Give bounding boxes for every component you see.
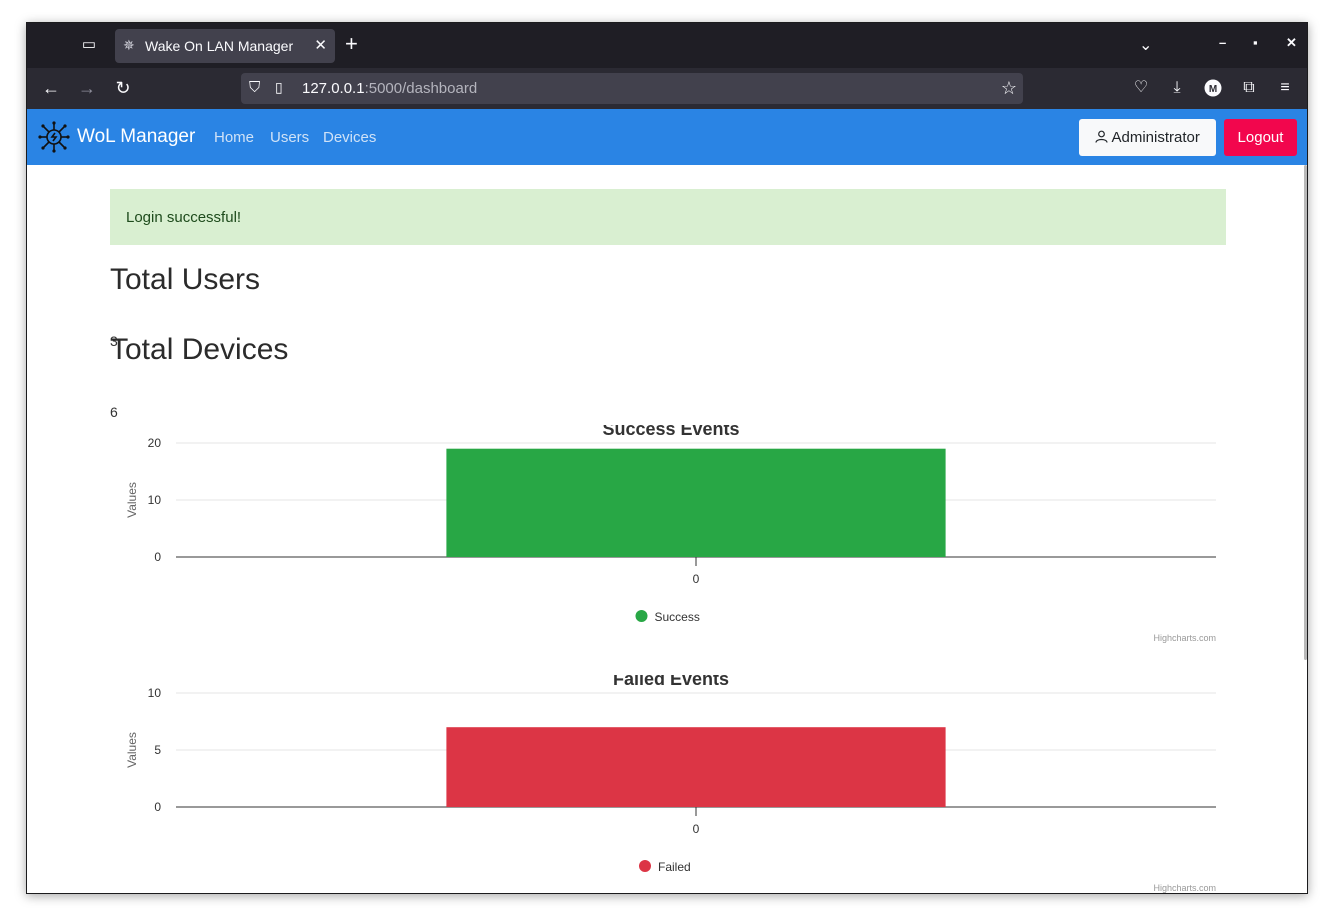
reload-icon[interactable]: ↻ (111, 76, 135, 100)
chart-title: Failed Events (613, 675, 729, 689)
administrator-button[interactable]: Administrator (1079, 119, 1216, 156)
close-tab-icon[interactable]: ✕ (314, 36, 327, 54)
app-navbar: WoL Manager Home Users Devices Administr… (27, 109, 1307, 165)
nav-home[interactable]: Home (214, 129, 254, 146)
legend-marker (635, 610, 648, 622)
chevron-down-icon[interactable]: ⌄ (1139, 35, 1152, 55)
highcharts-credit: Highcharts.com (1153, 883, 1216, 893)
y-tick-label: 10 (148, 686, 162, 700)
window-close-icon[interactable]: ✕ (1286, 35, 1297, 51)
success-chart-svg: Success Events 0 10 20 Values 0 Success Highcha… (125, 425, 1216, 643)
x-tick-label: 0 (693, 822, 700, 836)
y-tick-label: 20 (148, 436, 162, 450)
nav-users[interactable]: Users (270, 129, 309, 146)
legend-label: Success (655, 610, 700, 624)
y-tick-label: 5 (154, 743, 161, 757)
page-content: WoL Manager Home Users Devices Administr… (27, 109, 1307, 893)
menu-icon[interactable]: ≡ (1273, 76, 1297, 100)
total-devices-value: 6 (110, 404, 118, 420)
bar-failed (446, 727, 946, 807)
page-scrollbar[interactable] (1304, 165, 1307, 660)
minimize-icon[interactable]: – (1219, 35, 1226, 50)
url-text[interactable]: 127.0.0.1:5000/dashboard (302, 80, 477, 97)
legend-marker (639, 860, 651, 872)
svg-text:M: M (1209, 84, 1217, 95)
forward-arrow-icon[interactable]: → (75, 76, 99, 100)
download-icon[interactable]: ⤓ (1165, 76, 1189, 100)
tab-bar: ▭ ✵ Wake On LAN Manager ✕ + ⌄ – ▪ ✕ (27, 23, 1307, 68)
failed-events-chart: Failed Events 0 5 10 Values 0 Failed Highcharts… (110, 675, 1226, 893)
administrator-label: Administrator (1111, 129, 1200, 146)
brand-name[interactable]: WoL Manager (77, 126, 195, 148)
pocket-icon[interactable]: ♡ (1129, 76, 1153, 100)
y-tick-label: 0 (154, 800, 161, 814)
address-bar[interactable]: ⛉ ▯ 127.0.0.1:5000/dashboard ☆ (241, 73, 1023, 104)
y-axis-label: Values (125, 482, 139, 518)
chart-title: Success Events (602, 425, 739, 439)
total-devices-heading: Total Devices (110, 333, 289, 366)
bar-success (446, 448, 946, 557)
wol-logo-icon[interactable] (38, 121, 70, 153)
y-axis-label: Values (125, 732, 139, 768)
browser-window: ▭ ✵ Wake On LAN Manager ✕ + ⌄ – ▪ ✕ ← → … (26, 22, 1308, 894)
tab-groups-icon[interactable]: ▭ (79, 35, 99, 55)
shield-icon[interactable]: ⛉ (249, 79, 260, 96)
bookmark-star-icon[interactable]: ☆ (1001, 78, 1017, 99)
account-icon[interactable]: M (1201, 76, 1225, 100)
highcharts-credit: Highcharts.com (1153, 633, 1216, 643)
person-icon (1095, 130, 1108, 143)
nav-devices[interactable]: Devices (323, 129, 376, 146)
active-tab[interactable]: ✵ Wake On LAN Manager ✕ (115, 29, 335, 63)
tab-title: Wake On LAN Manager (145, 38, 294, 54)
y-tick-label: 0 (154, 550, 161, 564)
extensions-icon[interactable]: ⧉ (1237, 76, 1261, 100)
page-icon[interactable]: ▯ (275, 79, 283, 96)
logout-button[interactable]: Logout (1224, 119, 1297, 156)
browser-toolbar: ← → ↻ ⛉ ▯ 127.0.0.1:5000/dashboard ☆ ♡ ⤓… (27, 68, 1307, 109)
login-success-alert: Login successful! (110, 189, 1226, 245)
new-tab-icon[interactable]: + (345, 33, 358, 55)
wol-favicon-icon: ✵ (123, 37, 135, 53)
y-tick-label: 10 (148, 493, 162, 507)
success-events-chart: Success Events 0 10 20 Values 0 Success Highcha… (110, 425, 1226, 675)
back-arrow-icon[interactable]: ← (39, 76, 63, 100)
x-tick-label: 0 (693, 572, 700, 586)
failed-chart-svg: Failed Events 0 5 10 Values 0 Failed Highcharts… (125, 675, 1216, 893)
maximize-icon[interactable]: ▪ (1253, 35, 1258, 50)
total-users-heading: Total Users (110, 263, 261, 296)
legend-label: Failed (658, 860, 691, 874)
